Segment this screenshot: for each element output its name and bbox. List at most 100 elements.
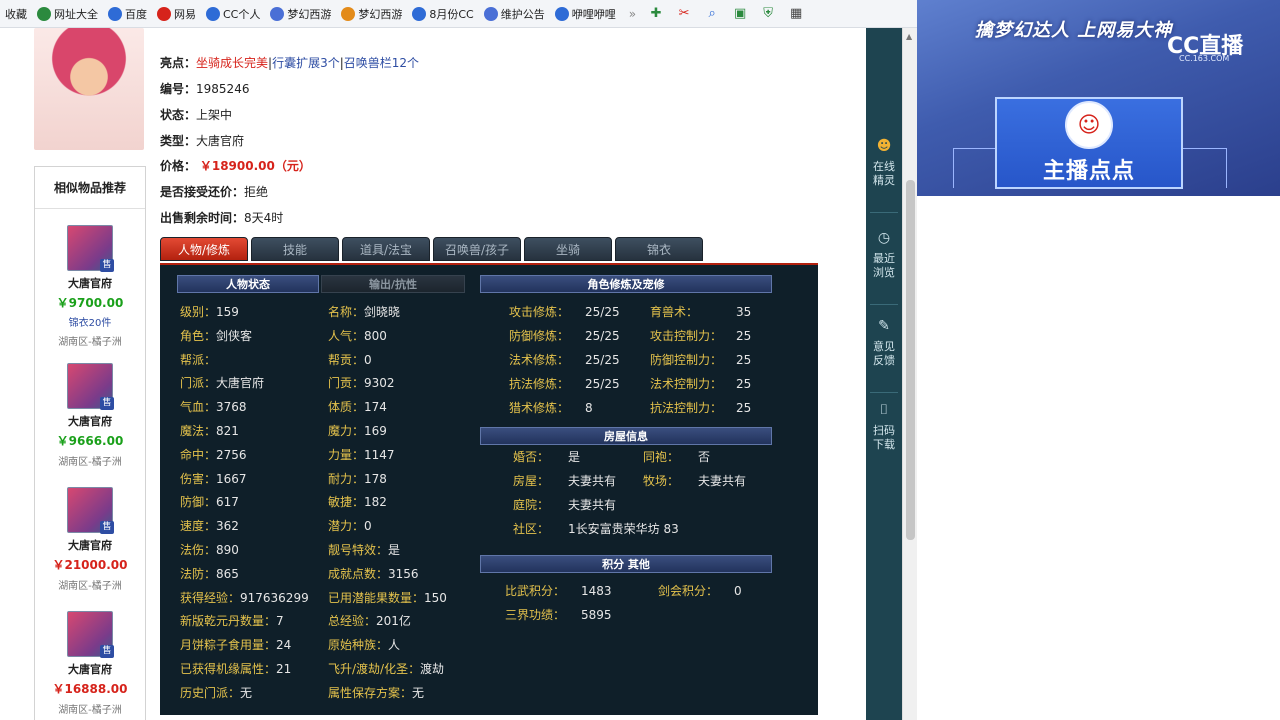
field-value: 25 <box>736 377 752 391</box>
blank-area <box>917 196 1280 720</box>
similar-item-thumbnail[interactable]: 售 <box>67 487 114 534</box>
field-value: 865 <box>216 566 239 581</box>
scroll-up-icon[interactable]: ▲ <box>906 32 912 41</box>
grid-icon[interactable]: ▦ <box>785 3 807 25</box>
bookmark-item[interactable]: 收藏 <box>0 0 32 28</box>
field-value: 3156 <box>388 566 419 581</box>
bookmark-item[interactable]: 梦幻西游 <box>336 0 407 28</box>
bookmark-item[interactable]: 网址大全 <box>32 0 103 28</box>
toolbar-item-label: 最近 浏览 <box>873 252 895 279</box>
field-label: 人气： <box>328 328 365 343</box>
toolbar-item-3[interactable]: ⌷ 扫码 下载 <box>866 400 902 452</box>
search-icon[interactable]: ⌕ <box>701 3 723 25</box>
bookmark-label: 收藏 <box>5 7 27 21</box>
game-controller-icon[interactable]: ▣ <box>729 3 751 25</box>
character-panel: 人物状态 输出/抗性 角色修炼及宠修 房屋信息 积分 其他 级别： 159 角色：剑… <box>160 263 818 715</box>
similar-item[interactable]: 售大唐官府 ￥9700.00 锦衣20件 湖南区-橘子洲 <box>35 225 145 348</box>
similar-item[interactable]: 售大唐官府 ￥21000.00 湖南区-橘子洲 <box>35 487 145 592</box>
field-value: 25 <box>736 401 752 415</box>
field-value: 剑侠客 <box>216 328 253 343</box>
bookmark-item[interactable]: 8月份CC <box>407 0 478 28</box>
field-value: 5895 <box>581 608 612 622</box>
cc-url: CC.163.COM <box>1179 54 1230 63</box>
field-label: 剑会积分： <box>658 584 719 598</box>
similar-item-name[interactable]: 大唐官府 <box>35 275 145 291</box>
game-icon <box>483 6 498 21</box>
highlight-link[interactable]: 召唤兽栏12个 <box>344 56 419 70</box>
bookmark-item[interactable]: 网易 <box>152 0 201 28</box>
type-label: 类型： <box>160 134 197 148</box>
scissors-icon[interactable]: ✂ <box>673 3 695 25</box>
toolbar-item-2[interactable]: ✎ 意见 反馈 <box>866 316 902 368</box>
field-label: 耐力： <box>328 471 365 486</box>
similar-item-name[interactable]: 大唐官府 <box>35 537 145 553</box>
field-label: 育兽术： <box>650 305 699 319</box>
toolbar-item-label: 在线 精灵 <box>873 160 895 187</box>
field-value: 150 <box>424 590 447 605</box>
remaining-value: 8天4时 <box>244 211 284 225</box>
field-label: 社区： <box>513 522 550 536</box>
toolbar-item-0[interactable]: ☻ 在线 精灵 <box>866 136 902 188</box>
type-value: 大唐官府 <box>196 134 245 148</box>
field-label: 潜力： <box>328 519 365 534</box>
highlight-link[interactable]: 坐骑成长完美 <box>196 56 268 70</box>
bookmark-label: 8月份CC <box>429 7 474 21</box>
scroll-thumb[interactable] <box>906 180 915 540</box>
similar-item[interactable]: 售大唐官府 ￥9666.00 湖南区-橘子洲 <box>35 363 145 468</box>
similar-item-thumbnail[interactable]: 售 <box>67 363 114 410</box>
tab-5[interactable]: 锦衣 <box>615 237 703 261</box>
bookmark-item[interactable]: 维护公告 <box>479 0 550 28</box>
cultivation-section-head: 角色修炼及宠修 <box>480 275 772 293</box>
field-value: 201亿 <box>376 614 411 629</box>
field-label: 体质： <box>328 400 365 415</box>
field-value: 890 <box>216 543 239 557</box>
field-label: 飞升/渡劫/化圣： <box>328 662 421 676</box>
sale-badge: 售 <box>100 645 114 658</box>
similar-item[interactable]: 售大唐官府 ￥16888.00 湖南区-橘子洲 <box>35 611 145 716</box>
similar-item-name[interactable]: 大唐官府 <box>35 413 145 429</box>
tab-4[interactable]: 坐骑 <box>524 237 612 261</box>
bookmarks-more-icon[interactable]: » <box>629 7 636 21</box>
field-value: 24 <box>276 638 292 653</box>
tab-2[interactable]: 道具/法宝 <box>342 237 430 261</box>
tab-1[interactable]: 技能 <box>251 237 339 261</box>
bookmark-item[interactable]: 百度 <box>103 0 152 28</box>
highlight-link[interactable]: 行囊扩展3个 <box>272 56 340 70</box>
field-label: 原始种族： <box>328 638 389 653</box>
similar-item-server: 湖南区-橘子洲 <box>58 457 122 468</box>
field-value: 9302 <box>364 376 395 391</box>
field-label: 比武积分： <box>505 584 566 598</box>
bookmark-item[interactable]: CC个人 <box>201 0 265 28</box>
field-value: 159 <box>216 305 239 319</box>
shield-icon[interactable]: ⛨ <box>757 3 779 25</box>
sale-badge: 售 <box>100 259 114 272</box>
price-value: ￥18900.00（元） <box>199 159 311 173</box>
similar-item-thumbnail[interactable]: 售 <box>67 611 114 658</box>
status-label: 状态： <box>160 108 197 122</box>
page-scrollbar[interactable]: ▲ <box>902 28 917 720</box>
field-value: 无 <box>412 685 425 700</box>
field-label: 法术修炼： <box>509 353 570 367</box>
field-label: 牧场： <box>643 474 680 488</box>
id-row: 编号：1985246 <box>160 80 249 98</box>
bargain-label: 是否接受还价： <box>160 185 245 199</box>
field-value: 25 <box>736 329 752 343</box>
toolbar-item-1[interactable]: ◷ 最近 浏览 <box>866 228 902 280</box>
resist-section-head[interactable]: 输出/抗性 <box>321 275 465 293</box>
field-value: 174 <box>364 400 387 415</box>
similar-item-price: ￥16888.00 <box>52 682 128 696</box>
similar-item-name[interactable]: 大唐官府 <box>35 661 145 677</box>
add-icon[interactable]: ✚ <box>645 3 667 25</box>
field-value: 178 <box>364 471 387 486</box>
field-label: 获得经验： <box>180 590 241 605</box>
field-label: 已用潜能果数量： <box>328 590 425 605</box>
tab-3[interactable]: 召唤兽/孩子 <box>433 237 521 261</box>
floating-toolbar: ☻ 在线 精灵 ◷ 最近 浏览 ✎ 意见 反馈 ⌷ 扫码 下载 <box>866 28 902 720</box>
bookmark-item[interactable]: 梦幻西游 <box>265 0 336 28</box>
remaining-row: 出售剩余时间：8天4时 <box>160 209 283 227</box>
tab-0[interactable]: 人物/修炼 <box>160 237 248 261</box>
similar-item-extra[interactable]: 锦衣20件 <box>35 314 145 329</box>
character-avatar <box>34 28 144 150</box>
similar-item-thumbnail[interactable]: 售 <box>67 225 114 272</box>
bookmark-item[interactable]: 咿哩咿哩 <box>550 0 621 28</box>
